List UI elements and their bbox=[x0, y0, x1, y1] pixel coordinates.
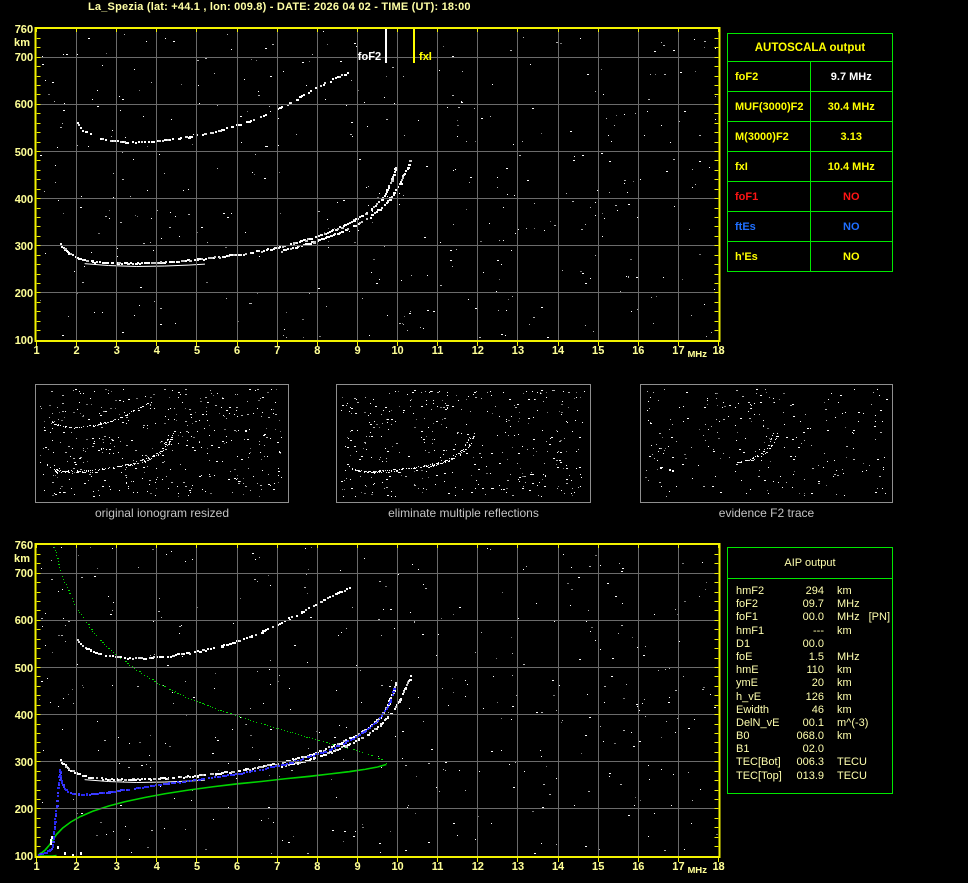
autoscala-table: AUTOSCALA output foF2 9.7 MHz MUF(3000)F… bbox=[727, 33, 893, 272]
autoscala-label-fxi: fxI bbox=[728, 152, 811, 182]
list-item: B0068.0 km bbox=[736, 730, 892, 743]
thumbnail-original-ionogram bbox=[35, 384, 289, 503]
aip-label-hmf2: hmF2 bbox=[736, 585, 788, 598]
autoscala-value-fxi: 10.4 MHz bbox=[810, 152, 893, 182]
aip-value-foe: 1.5 bbox=[788, 651, 824, 664]
thumbnail-caption-evidence: evidence F2 trace bbox=[640, 506, 893, 520]
aip-label-hme: hmE bbox=[736, 664, 788, 677]
aip-unit-hmf2: km bbox=[837, 585, 852, 598]
table-row: h'Es NO bbox=[728, 242, 893, 272]
aip-value-fof1: 00.0 bbox=[788, 611, 824, 624]
ionogram-top-plot bbox=[0, 17, 725, 377]
autoscala-window: La_Spezia (lat: +44.1 , lon: 009.8) - DA… bbox=[0, 0, 968, 883]
aip-unit-fof2: MHz bbox=[837, 598, 860, 611]
thumbnail-evidence-canvas bbox=[641, 385, 892, 502]
aip-label-yme: ymE bbox=[736, 677, 788, 690]
list-item: D100.0 bbox=[736, 638, 892, 651]
aip-label-hve: h_vE bbox=[736, 691, 788, 704]
list-item: foF100.0 MHz [PN] bbox=[736, 611, 892, 624]
table-row: foF1 NO bbox=[728, 182, 893, 212]
aip-label-tectop: TEC[Top] bbox=[736, 770, 788, 783]
aip-value-tectop: 013.9 bbox=[788, 770, 824, 783]
autoscala-header: AUTOSCALA output bbox=[728, 34, 893, 62]
aip-value-fof2: 09.7 bbox=[788, 598, 824, 611]
aip-value-b0: 068.0 bbox=[788, 730, 824, 743]
thumbnail-eliminate-canvas bbox=[337, 385, 590, 502]
list-item: hmF2294 km bbox=[736, 585, 892, 598]
list-item: DelN_vE00.1 m^(-3) bbox=[736, 717, 892, 730]
aip-table: AIP output hmF2294km foF209.7MHz foF100.… bbox=[727, 547, 893, 794]
aip-value-delnve: 00.1 bbox=[788, 717, 824, 730]
table-row: MUF(3000)F2 30.4 MHz bbox=[728, 92, 893, 122]
thumbnail-evidence-f2 bbox=[640, 384, 893, 503]
aip-body: hmF2294km foF209.7MHz foF100.0MHz[PN] hm… bbox=[728, 579, 892, 783]
aip-label-ewidth: Ewidth bbox=[736, 704, 788, 717]
aip-value-b1: 02.0 bbox=[788, 743, 824, 756]
autoscala-label-ftes: ftEs bbox=[728, 212, 811, 242]
aip-value-ewidth: 46 bbox=[788, 704, 824, 717]
aip-value-hmf2: 294 bbox=[788, 585, 824, 598]
autoscala-label-m3000: M(3000)F2 bbox=[728, 122, 811, 152]
table-row: ftEs NO bbox=[728, 212, 893, 242]
list-item: TEC[Bot]006.3 TECU bbox=[736, 756, 892, 769]
aip-label-tecbot: TEC[Bot] bbox=[736, 756, 788, 769]
autoscala-value-fof1: NO bbox=[810, 182, 893, 212]
table-row: foF2 9.7 MHz bbox=[728, 62, 893, 92]
list-item: foF209.7 MHz bbox=[736, 598, 892, 611]
list-item: B102.0 bbox=[736, 743, 892, 756]
aip-unit-foe: MHz bbox=[837, 651, 860, 664]
aip-unit-tectop: TECU bbox=[837, 770, 867, 783]
thumbnail-original-canvas bbox=[36, 385, 288, 502]
thumbnail-eliminate-reflections bbox=[336, 384, 591, 503]
list-item: ymE20 km bbox=[736, 677, 892, 690]
page-title: La_Spezia (lat: +44.1 , lon: 009.8) - DA… bbox=[88, 1, 471, 13]
list-item: h_vE126 km bbox=[736, 691, 892, 704]
aip-unit-ewidth: km bbox=[837, 704, 852, 717]
aip-label-fof1: foF1 bbox=[736, 611, 788, 624]
autoscala-label-fof2: foF2 bbox=[728, 62, 811, 92]
aip-note-fof1: [PN] bbox=[869, 611, 890, 624]
aip-value-d1: 00.0 bbox=[788, 638, 824, 651]
aip-value-hme: 110 bbox=[788, 664, 824, 677]
aip-value-hmf1: --- bbox=[788, 625, 824, 638]
aip-unit-hmf1: km bbox=[837, 625, 852, 638]
table-row: M(3000)F2 3.13 bbox=[728, 122, 893, 152]
autoscala-value-fof2: 9.7 MHz bbox=[810, 62, 893, 92]
list-item: TEC[Top]013.9 TECU bbox=[736, 770, 892, 783]
aip-label-foe: foE bbox=[736, 651, 788, 664]
aip-label-b0: B0 bbox=[736, 730, 788, 743]
ionogram-bottom-plot bbox=[0, 533, 725, 883]
aip-header: AIP output bbox=[728, 548, 892, 579]
aip-unit-b0: km bbox=[837, 730, 852, 743]
autoscala-label-muf: MUF(3000)F2 bbox=[728, 92, 811, 122]
aip-label-fof2: foF2 bbox=[736, 598, 788, 611]
autoscala-value-m3000: 3.13 bbox=[810, 122, 893, 152]
autoscala-value-ftes: NO bbox=[810, 212, 893, 242]
list-item: foE1.5 MHz bbox=[736, 651, 892, 664]
thumbnail-caption-eliminate: eliminate multiple reflections bbox=[336, 506, 591, 520]
list-item: hmF1--- km bbox=[736, 625, 892, 638]
autoscala-label-fof1: foF1 bbox=[728, 182, 811, 212]
aip-label-hmf1: hmF1 bbox=[736, 625, 788, 638]
aip-unit-fof1: MHz bbox=[837, 611, 860, 624]
aip-value-hve: 126 bbox=[788, 691, 824, 704]
aip-label-delnve: DelN_vE bbox=[736, 717, 788, 730]
aip-unit-hme: km bbox=[837, 664, 852, 677]
aip-value-tecbot: 006.3 bbox=[788, 756, 824, 769]
aip-unit-hve: km bbox=[837, 691, 852, 704]
autoscala-value-hes: NO bbox=[810, 242, 893, 272]
aip-value-yme: 20 bbox=[788, 677, 824, 690]
aip-label-b1: B1 bbox=[736, 743, 788, 756]
aip-unit-tecbot: TECU bbox=[837, 756, 867, 769]
list-item: hmE110 km bbox=[736, 664, 892, 677]
aip-label-d1: D1 bbox=[736, 638, 788, 651]
aip-unit-delnve: m^(-3) bbox=[837, 717, 868, 730]
autoscala-label-hes: h'Es bbox=[728, 242, 811, 272]
aip-unit-yme: km bbox=[837, 677, 852, 690]
list-item: Ewidth46 km bbox=[736, 704, 892, 717]
thumbnail-caption-original: original ionogram resized bbox=[35, 506, 289, 520]
autoscala-value-muf: 30.4 MHz bbox=[810, 92, 893, 122]
table-row: fxI 10.4 MHz bbox=[728, 152, 893, 182]
